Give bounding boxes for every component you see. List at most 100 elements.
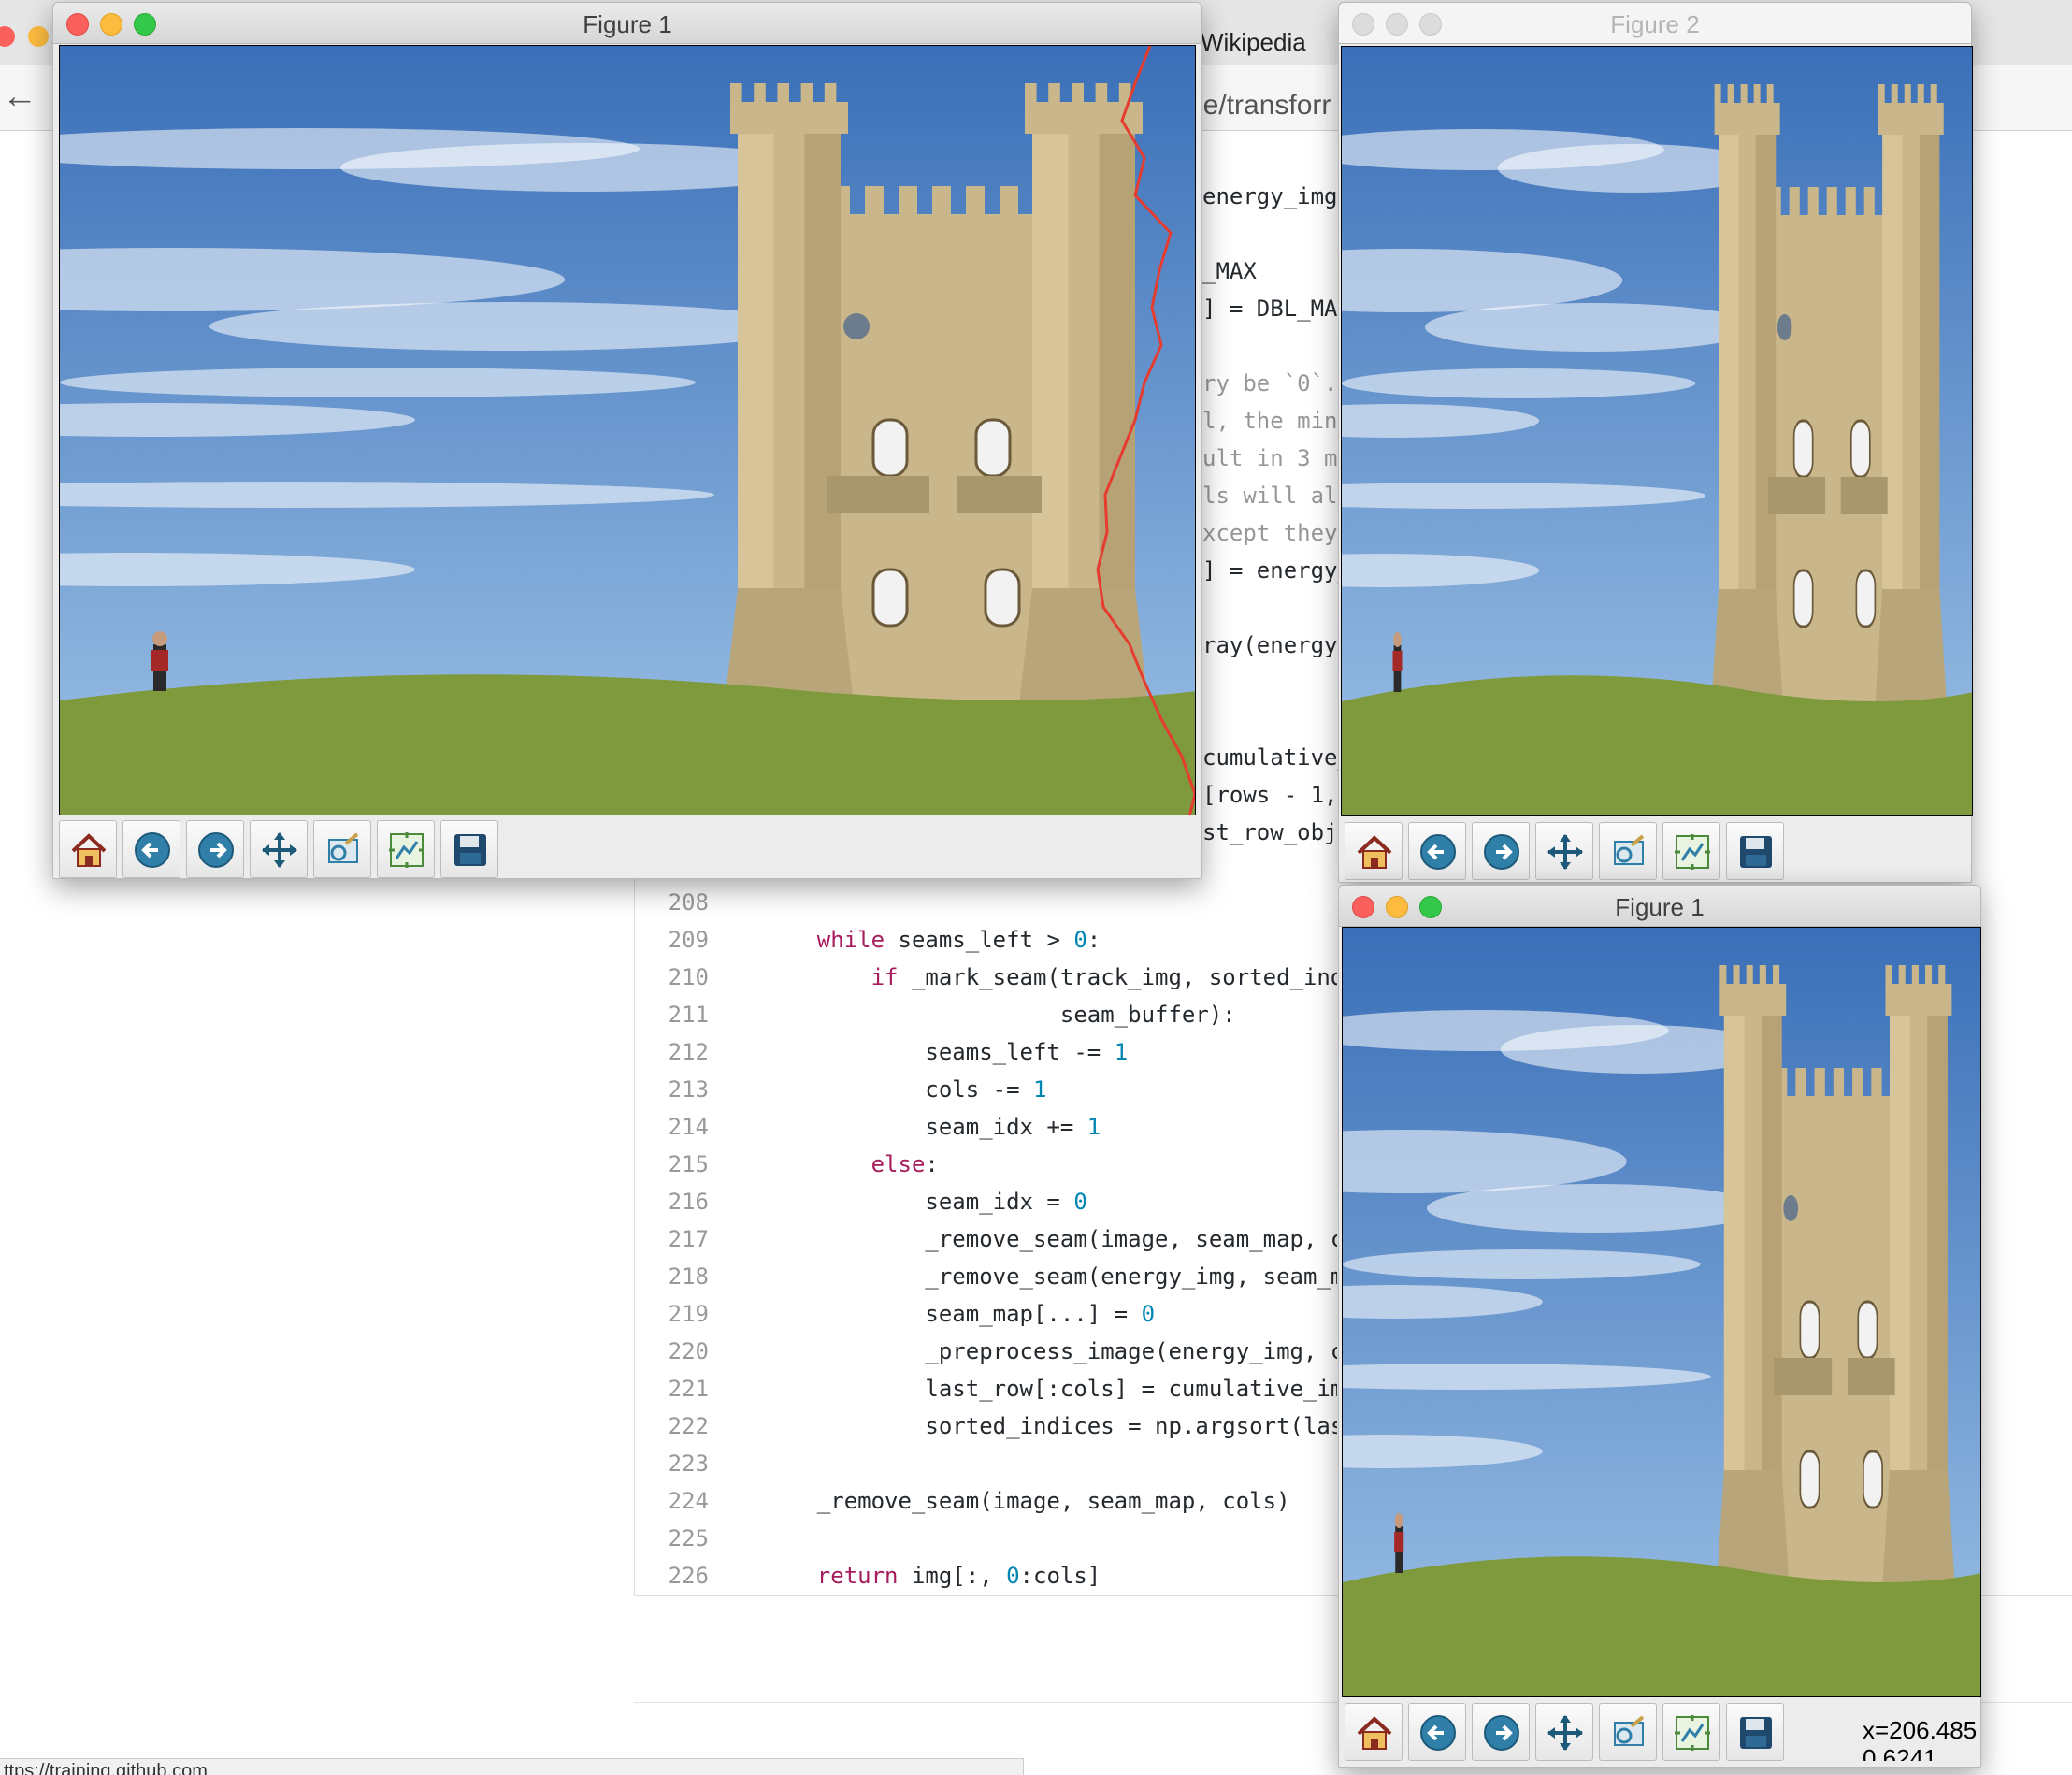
forward-button[interactable] bbox=[1472, 1703, 1530, 1761]
code-text: seam_map[...] = 0 bbox=[763, 1301, 1156, 1327]
code-text: while seams_left > 0: bbox=[816, 927, 1101, 953]
figure-title: Figure 1 bbox=[583, 10, 672, 38]
image-canvas[interactable] bbox=[1341, 46, 1973, 816]
figure-window[interactable]: Figure 2 bbox=[1338, 2, 1973, 883]
code-line: 210 if _mark_seam(track_img, sorted_indi bbox=[634, 959, 1337, 996]
code-text: sorted_indices = np.argsort(last bbox=[763, 1413, 1337, 1439]
code-text: last_row[:cols] = cumulative_img bbox=[763, 1376, 1337, 1402]
forward-button[interactable] bbox=[186, 820, 244, 878]
pan-arrows-icon bbox=[1547, 834, 1583, 870]
back-arrow-icon bbox=[135, 832, 170, 868]
browser-tab-title[interactable]: Wikipedia bbox=[1201, 28, 1306, 57]
code-text: seam_buffer): bbox=[763, 1002, 1236, 1028]
pan-arrows-icon bbox=[1547, 1715, 1583, 1751]
code-text: seams_left -= 1 bbox=[763, 1039, 1129, 1065]
zoom-button[interactable] bbox=[1599, 822, 1657, 880]
line-number: 212 bbox=[668, 1039, 709, 1065]
code-text: else: bbox=[871, 1151, 939, 1177]
castle-image bbox=[1342, 47, 1972, 815]
figure-title: Figure 1 bbox=[1615, 893, 1705, 921]
subplots-icon bbox=[1675, 1715, 1710, 1751]
back-arrow-icon bbox=[1420, 1715, 1456, 1751]
zoom-button[interactable] bbox=[313, 820, 371, 878]
figure-window[interactable]: Figure 1 bbox=[52, 2, 1202, 879]
code-line: 215 else: bbox=[634, 1146, 1337, 1183]
code-text: _preprocess_image(energy_img, cu bbox=[763, 1338, 1337, 1364]
floppy-disk-icon bbox=[1740, 836, 1772, 868]
home-icon bbox=[1357, 835, 1392, 869]
code-fragment: [rows - 1, bbox=[1202, 782, 1338, 808]
line-number: 221 bbox=[668, 1376, 709, 1402]
line-number: 209 bbox=[668, 927, 709, 953]
pan-button[interactable] bbox=[250, 820, 308, 878]
code-fragment: energy_img bbox=[1202, 183, 1338, 209]
figure-toolbar bbox=[59, 820, 545, 882]
code-text: cols -= 1 bbox=[763, 1076, 1047, 1103]
back-arrow-icon[interactable]: ← bbox=[2, 77, 37, 117]
line-number: 226 bbox=[668, 1563, 709, 1589]
code-fragment: ry be `0`. bbox=[1202, 370, 1338, 397]
figure-titlebar[interactable]: Figure 2 bbox=[1339, 3, 1971, 44]
figure-titlebar[interactable]: Figure 1 bbox=[53, 3, 1201, 44]
code-text: return img[:, 0:cols] bbox=[816, 1563, 1101, 1589]
save-button[interactable] bbox=[1726, 822, 1784, 880]
subplots-button[interactable] bbox=[377, 820, 435, 878]
code-line: 223 bbox=[634, 1445, 1337, 1482]
home-icon bbox=[1357, 1716, 1392, 1750]
code-text: _remove_seam(energy_img, seam_ma bbox=[763, 1263, 1337, 1290]
pan-button[interactable] bbox=[1535, 1703, 1593, 1761]
back-button[interactable] bbox=[1408, 822, 1466, 880]
cloud bbox=[1343, 1249, 1701, 1279]
code-fragment: _MAX bbox=[1202, 258, 1257, 284]
forward-arrow-icon bbox=[198, 832, 234, 868]
browser-close-light[interactable] bbox=[0, 26, 15, 47]
cloud bbox=[1427, 1184, 1763, 1233]
line-number: 224 bbox=[668, 1488, 709, 1514]
figure-toolbar bbox=[1345, 1703, 1831, 1765]
cloud bbox=[1342, 368, 1696, 398]
subplots-button[interactable] bbox=[1662, 822, 1720, 880]
code-fragment: l, the min bbox=[1202, 408, 1338, 434]
floppy-disk-icon bbox=[1740, 1717, 1772, 1749]
back-button[interactable] bbox=[122, 820, 180, 878]
line-number: 223 bbox=[668, 1450, 709, 1477]
status-url: ttps://training.github.com bbox=[0, 1758, 1024, 1775]
castle-image bbox=[1343, 928, 1980, 1696]
code-line: 224 _remove_seam(image, seam_map, cols) bbox=[634, 1482, 1337, 1520]
home-icon bbox=[71, 833, 107, 867]
home-button[interactable] bbox=[1345, 822, 1403, 880]
image-canvas[interactable] bbox=[1342, 927, 1981, 1697]
line-number: 220 bbox=[668, 1338, 709, 1364]
code-text: seam_idx = 0 bbox=[763, 1189, 1087, 1215]
back-button[interactable] bbox=[1408, 1703, 1466, 1761]
code-line: 219 seam_map[...] = 0 bbox=[634, 1295, 1337, 1333]
code-line: 225 bbox=[634, 1520, 1337, 1557]
cursor-coords: x=206.485 0.6241 bbox=[1863, 1716, 1978, 1761]
line-number: 215 bbox=[668, 1151, 709, 1177]
code-fragment: xcept they bbox=[1202, 520, 1338, 546]
code-line: 218 _remove_seam(energy_img, seam_ma bbox=[634, 1258, 1337, 1295]
save-button[interactable] bbox=[440, 820, 498, 878]
home-button[interactable] bbox=[59, 820, 117, 878]
subplots-button[interactable] bbox=[1662, 1703, 1720, 1761]
zoom-rect-icon bbox=[328, 832, 359, 863]
image-canvas[interactable] bbox=[59, 45, 1196, 815]
zoom-rect-icon bbox=[1614, 1715, 1645, 1746]
pan-button[interactable] bbox=[1535, 822, 1593, 880]
figure-titlebar[interactable]: Figure 1 bbox=[1339, 886, 1980, 927]
address-bar-text[interactable]: ge/transforr bbox=[1187, 90, 1331, 122]
code-line: 226 return img[:, 0:cols] bbox=[634, 1557, 1337, 1595]
back-arrow-icon bbox=[1420, 834, 1456, 870]
figure-window[interactable]: Figure 1 x=206.485 0.6241 bbox=[1338, 885, 1981, 1768]
code-text: if _mark_seam(track_img, sorted_indi bbox=[871, 964, 1337, 990]
line-number: 219 bbox=[668, 1301, 709, 1327]
zoom-button[interactable] bbox=[1599, 1703, 1657, 1761]
forward-button[interactable] bbox=[1472, 822, 1530, 880]
home-button[interactable] bbox=[1345, 1703, 1403, 1761]
browser-minimize-light[interactable] bbox=[28, 26, 49, 47]
save-button[interactable] bbox=[1726, 1703, 1784, 1761]
pan-arrows-icon bbox=[262, 832, 297, 868]
cloud bbox=[209, 302, 808, 351]
subplots-icon bbox=[389, 832, 424, 868]
code-line: 222 sorted_indices = np.argsort(last bbox=[634, 1407, 1337, 1445]
